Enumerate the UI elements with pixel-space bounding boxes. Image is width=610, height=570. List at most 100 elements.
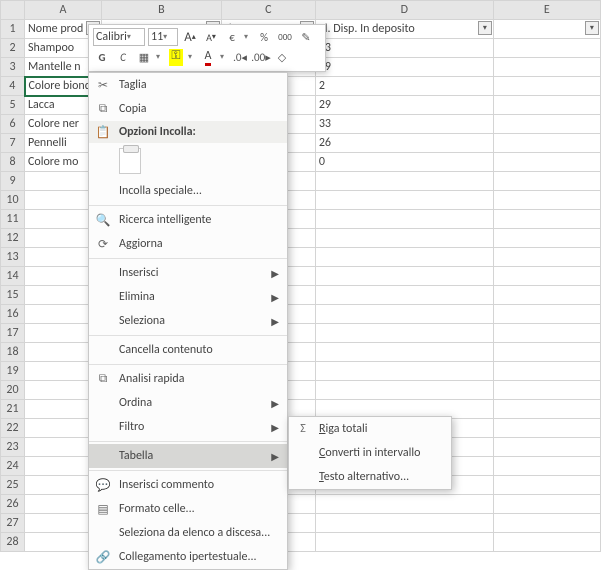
clear-format-button[interactable]: ◇ [273,48,291,66]
row-header-27[interactable]: 27 [1,514,25,533]
cell-E27[interactable] [493,514,600,533]
col-header-A[interactable]: A [25,1,102,20]
bold-button[interactable]: G [93,48,111,66]
cell-E6[interactable] [493,115,600,134]
cell-D5[interactable]: 29 [315,96,493,115]
cell-E15[interactable] [493,286,600,305]
cell-D15[interactable] [315,286,493,305]
cell-E13[interactable] [493,248,600,267]
row-header-22[interactable]: 22 [1,419,25,438]
cell-D18[interactable] [315,343,493,362]
ctx-hyperlink[interactable]: 🔗Collegamento ipertestuale... [89,545,287,569]
italic-button[interactable]: C [114,48,132,66]
cell-D26[interactable] [315,495,493,514]
thousands-button[interactable]: 000 [276,28,294,46]
cell-D2[interactable]: 83 [315,39,493,58]
format-painter-button[interactable]: ✎ [297,28,315,46]
cell-D14[interactable] [315,267,493,286]
ctx-format-cells[interactable]: ▤Formato celle... [89,497,287,521]
row-header-28[interactable]: 28 [1,533,25,552]
row-header-20[interactable]: 20 [1,381,25,400]
cell-D11[interactable] [315,210,493,229]
row-header-15[interactable]: 15 [1,286,25,305]
filter-button-D[interactable]: ▾ [478,21,492,35]
cell-D19[interactable] [315,362,493,381]
cell-E19[interactable] [493,362,600,381]
col-header-E[interactable]: E [493,1,600,20]
col-header-B[interactable]: B [101,1,221,20]
ctx-clear[interactable]: Cancella contenuto [89,338,287,362]
row-header-6[interactable]: 6 [1,115,25,134]
cell-E11[interactable] [493,210,600,229]
row-header-2[interactable]: 2 [1,39,25,58]
cell-D4[interactable]: 2 [315,77,493,96]
cell-E17[interactable] [493,324,600,343]
fill-color-button[interactable]: ⚿ [167,48,185,66]
cell-E9[interactable] [493,172,600,191]
paste-option-default[interactable] [119,148,141,174]
cell-E5[interactable] [493,96,600,115]
ctx-table[interactable]: Tabella▶ [89,444,287,468]
sub-alt-text[interactable]: Testo alternativo... [289,465,451,489]
ctx-smart-lookup[interactable]: 🔍Ricerca intelligente [89,208,287,232]
col-header-D[interactable]: D [315,1,493,20]
cell-D20[interactable] [315,381,493,400]
cell-E2[interactable] [493,39,600,58]
row-header-25[interactable]: 25 [1,476,25,495]
cell-E16[interactable] [493,305,600,324]
ctx-quick-analysis[interactable]: ⧉Analisi rapida [89,367,287,391]
cell-E18[interactable] [493,343,600,362]
cell-E25[interactable] [493,476,600,495]
row-header-1[interactable]: 1 [1,20,25,39]
cell-E20[interactable] [493,381,600,400]
cell-D8[interactable]: 0 [315,153,493,172]
cell-E21[interactable] [493,400,600,419]
cell-D16[interactable] [315,305,493,324]
cell-E1[interactable]: ▾ [493,20,600,39]
cell-D27[interactable] [315,514,493,533]
cell-E12[interactable] [493,229,600,248]
ctx-insert[interactable]: Inserisci▶ [89,261,287,285]
font-name-combo[interactable]: Calibri▾ [93,28,145,46]
row-header-19[interactable]: 19 [1,362,25,381]
ctx-delete[interactable]: Elimina▶ [89,285,287,309]
filter-button-E[interactable]: ▾ [585,21,599,35]
cell-E7[interactable] [493,134,600,153]
cell-E3[interactable] [493,58,600,77]
row-header-4[interactable]: 4 [1,77,25,96]
cell-D12[interactable] [315,229,493,248]
cell-D3[interactable]: 39 [315,58,493,77]
row-header-13[interactable]: 13 [1,248,25,267]
cell-D28[interactable] [315,533,493,552]
cell-D10[interactable] [315,191,493,210]
row-header-23[interactable]: 23 [1,438,25,457]
row-header-7[interactable]: 7 [1,134,25,153]
ctx-sort[interactable]: Ordina▶ [89,391,287,415]
cell-D17[interactable] [315,324,493,343]
row-header-11[interactable]: 11 [1,210,25,229]
row-header-17[interactable]: 17 [1,324,25,343]
row-header-26[interactable]: 26 [1,495,25,514]
increase-font-button[interactable]: A▴ [181,28,199,46]
ctx-pick-from-list[interactable]: Seleziona da elenco a discesa... [89,521,287,545]
cell-E10[interactable] [493,191,600,210]
ctx-copy[interactable]: ⧉Copia [89,97,287,121]
sub-totals-row[interactable]: ΣRiga totali [289,417,451,441]
font-size-combo[interactable]: 11▾ [148,28,178,46]
decrease-decimal-button[interactable]: .0◂ [231,48,249,66]
cell-E14[interactable] [493,267,600,286]
cell-E23[interactable] [493,438,600,457]
ctx-insert-comment[interactable]: 💬Inserisci commento [89,473,287,497]
select-all-corner[interactable] [1,1,25,20]
borders-button[interactable]: ▦ [135,48,153,66]
row-header-10[interactable]: 10 [1,191,25,210]
row-header-5[interactable]: 5 [1,96,25,115]
row-header-21[interactable]: 21 [1,400,25,419]
row-header-12[interactable]: 12 [1,229,25,248]
cell-E24[interactable] [493,457,600,476]
ctx-filter[interactable]: Filtro▶ [89,415,287,439]
cell-D13[interactable] [315,248,493,267]
row-header-3[interactable]: 3 [1,58,25,77]
row-header-9[interactable]: 9 [1,172,25,191]
row-header-18[interactable]: 18 [1,343,25,362]
